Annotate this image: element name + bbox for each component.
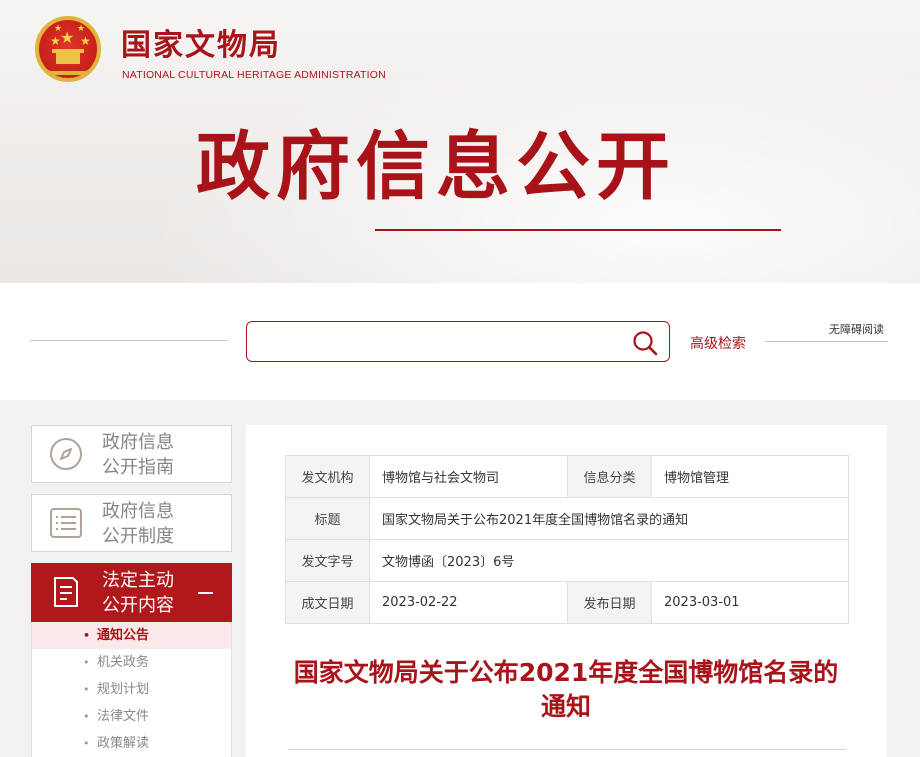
sidebar-card-system[interactable]: 政府信息 公开制度 [31, 494, 232, 552]
sidebar-card-label: 政府信息 公开指南 [102, 432, 174, 478]
search-box [246, 321, 670, 362]
divider-line [765, 341, 888, 342]
meta-key: 发布日期 [567, 581, 652, 624]
list-icon [50, 508, 82, 538]
emblem-star-icon: ★ [60, 28, 75, 47]
emblem-wreath [45, 67, 91, 75]
main-content: 发文机构 博物馆与社会文物司 信息分类 博物馆管理 标题 国家文物局关于公布20… [246, 425, 887, 757]
table-row: 发文字号 文物博函〔2023〕6号 [285, 539, 849, 582]
meta-key: 成文日期 [285, 581, 370, 624]
emblem-star-icon: ★ [54, 24, 63, 34]
collapse-icon[interactable] [198, 592, 213, 594]
submenu-item-affairs[interactable]: 机关政务 [32, 649, 231, 676]
meta-key: 发文字号 [285, 539, 370, 582]
document-meta-table: 发文机构 博物馆与社会文物司 信息分类 博物馆管理 标题 国家文物局关于公布20… [285, 455, 849, 624]
meta-value-published: 2023-03-01 [651, 581, 849, 624]
search-input[interactable] [257, 328, 617, 356]
submenu-item-policy[interactable]: 政策解读 [32, 730, 231, 757]
site-title[interactable]: 国家文物局 [121, 20, 281, 64]
submenu-item-plans[interactable]: 规划计划 [32, 676, 231, 703]
sidebar-submenu: 通知公告 机关政务 规划计划 法律文件 政策解读 [31, 622, 232, 757]
sidebar-card-guide[interactable]: 政府信息 公开指南 [31, 425, 232, 483]
header-banner: ★ ★ ★ ★ ★ 国家文物局 NATIONAL CULTURAL HERITA… [0, 0, 920, 283]
meta-value-category: 博物馆管理 [651, 455, 849, 498]
meta-value-created: 2023-02-22 [369, 581, 568, 624]
site-subtitle: NATIONAL CULTURAL HERITAGE ADMINISTRATIO… [122, 69, 386, 81]
meta-value-issuer: 博物馆与社会文物司 [369, 455, 568, 498]
emblem-star-icon: ★ [80, 34, 91, 48]
emblem-gate [52, 49, 84, 64]
divider-line [288, 749, 846, 750]
table-row: 标题 国家文物局关于公布2021年度全国博物馆名录的通知 [285, 497, 849, 540]
sidebar-card-content[interactable]: 法定主动 公开内容 [31, 563, 232, 622]
table-row: 发文机构 博物馆与社会文物司 信息分类 博物馆管理 [285, 455, 849, 498]
divider-line [30, 340, 228, 341]
meta-key: 标题 [285, 497, 370, 540]
compass-icon [50, 438, 82, 470]
table-row: 成文日期 2023-02-22 发布日期 2023-03-01 [285, 581, 849, 624]
submenu-item-laws[interactable]: 法律文件 [32, 703, 231, 730]
advanced-search-link[interactable]: 高级检索 [690, 333, 746, 353]
banner-underline [375, 229, 781, 231]
emblem-star-icon: ★ [77, 24, 86, 34]
meta-value-title: 国家文物局关于公布2021年度全国博物馆名录的通知 [369, 497, 849, 540]
sidebar-card-label: 政府信息 公开制度 [102, 501, 174, 547]
submenu-item-notices[interactable]: 通知公告 [32, 622, 231, 649]
search-strip: 高级检索 无障碍阅读 [0, 283, 920, 400]
national-emblem-icon: ★ ★ ★ ★ ★ [35, 16, 101, 82]
accessible-reading-link[interactable]: 无障碍阅读 [829, 321, 884, 337]
meta-key: 发文机构 [285, 455, 370, 498]
banner-title: 政府信息公开 [196, 124, 676, 210]
document-icon [54, 577, 78, 607]
meta-value-doc-no: 文物博函〔2023〕6号 [369, 539, 849, 582]
document-title: 国家文物局关于公布2021年度全国博物馆名录的 通知 [293, 658, 839, 721]
meta-key: 信息分类 [567, 455, 652, 498]
search-icon[interactable] [631, 329, 659, 357]
emblem-star-icon: ★ [50, 34, 61, 48]
